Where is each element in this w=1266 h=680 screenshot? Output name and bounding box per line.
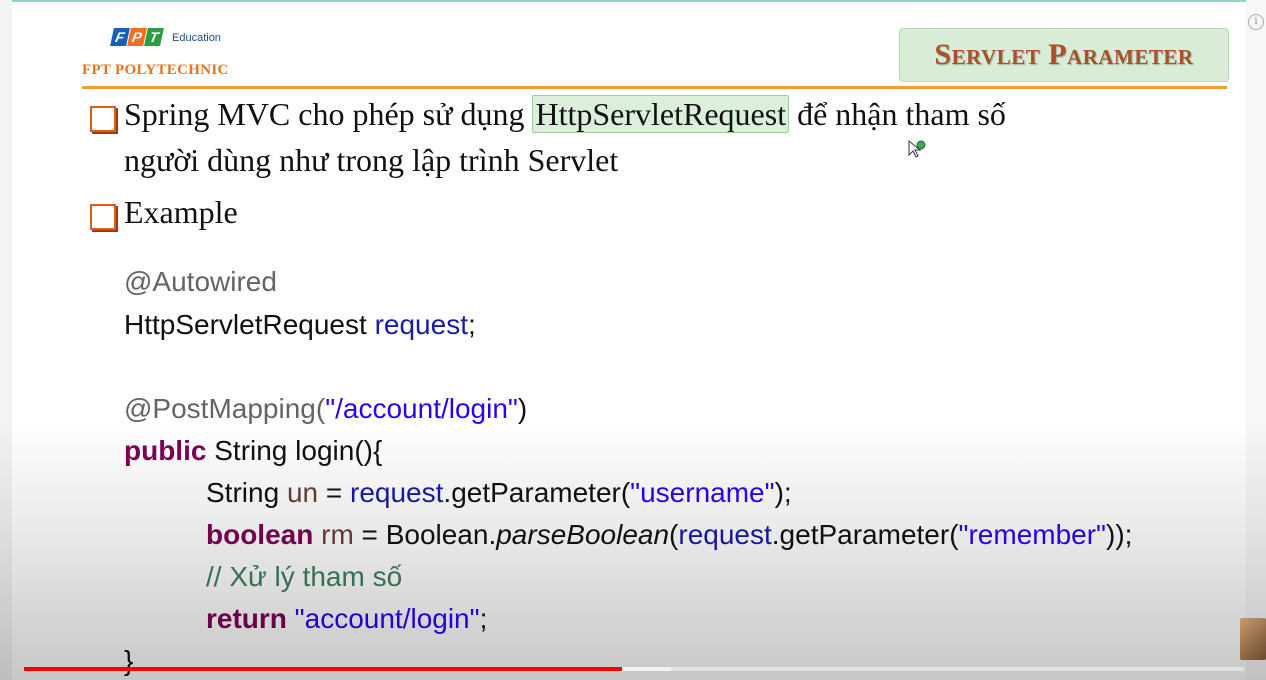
logo-letter-t: T	[144, 28, 164, 46]
code-annotation: @PostMapping(	[124, 393, 326, 424]
bullet-1-line-1: Spring MVC cho phép sử dụng HttpServletR…	[124, 95, 1006, 133]
code-keyword: return	[206, 603, 287, 634]
top-border	[0, 0, 1266, 2]
code-type: HttpServletRequest	[124, 309, 375, 340]
code-paren: (	[669, 519, 679, 550]
code-line-1: @Autowired	[124, 266, 277, 297]
bullet-square-icon-2	[90, 204, 116, 230]
code-field-ref: request	[350, 477, 444, 508]
video-progress-bar[interactable]	[24, 667, 1244, 671]
bullet-2-text: Example	[124, 194, 238, 230]
code-local-var: rm	[313, 519, 354, 550]
bullet-1-text-pre: Spring MVC cho phép sử dụng	[124, 96, 533, 132]
code-local-var: un	[286, 477, 319, 508]
code-terminator: );	[774, 477, 792, 508]
code-string: "account/login"	[286, 603, 480, 634]
code-method-signature: String login(){	[206, 435, 383, 466]
code-string: "/account/login"	[325, 393, 518, 424]
bullet-1-text-post: để nhận tham số	[789, 96, 1006, 132]
info-icon[interactable]: i	[1248, 14, 1264, 30]
code-terminator: ;	[479, 603, 488, 634]
code-line-3: @PostMapping("/account/login")	[124, 393, 527, 425]
code-string: "remember"	[958, 519, 1106, 550]
code-keyword: boolean	[206, 519, 314, 550]
code-method-call: .getParameter(	[443, 477, 631, 508]
code-terminator: ));	[1106, 519, 1133, 550]
code-type: String	[206, 477, 287, 508]
code-semicolon: ;	[467, 309, 476, 340]
code-operator: =	[318, 477, 351, 508]
code-line-4: public String login(){	[124, 435, 382, 467]
logo-school-name: FPT POLYTECHNIC	[82, 62, 229, 78]
code-line-6: boolean rm = Boolean.parseBoolean(reques…	[206, 519, 1132, 551]
code-line-8: return "account/login";	[206, 603, 487, 635]
code-class-ref: = Boolean.	[353, 519, 497, 550]
bullet-square-icon	[90, 106, 116, 132]
video-progress-fill[interactable]	[24, 667, 622, 671]
bullet-1-line-2: người dùng như trong lập trình Servlet	[124, 142, 619, 178]
mouse-pointer-icon	[908, 139, 926, 158]
code-method-call: .getParameter(	[771, 519, 959, 550]
highlighted-term: HttpServletRequest	[532, 95, 790, 133]
right-gutter: i	[1246, 0, 1266, 680]
logo-subtitle: Education	[172, 32, 221, 44]
code-paren: )	[517, 393, 528, 424]
code-line-2: HttpServletRequest request;	[124, 309, 476, 341]
presenter-thumbnail	[1240, 618, 1266, 660]
code-field-name: request	[374, 309, 468, 340]
slide-title: Servlet Parameter	[899, 28, 1229, 82]
fpt-logo: F P T Education FPT POLYTECHNIC	[82, 26, 252, 82]
code-keyword: public	[124, 435, 207, 466]
code-string: "username"	[630, 477, 775, 508]
code-line-9: }	[124, 645, 134, 676]
code-field-ref: request	[678, 519, 772, 550]
code-line-7-comment: // Xử lý tham số	[206, 561, 403, 592]
code-static-method: parseBoolean	[496, 519, 670, 550]
left-gutter	[0, 0, 12, 680]
title-divider	[82, 86, 1227, 89]
code-line-5: String un = request.getParameter("userna…	[206, 477, 792, 509]
logo-badges: F P T	[110, 28, 164, 46]
